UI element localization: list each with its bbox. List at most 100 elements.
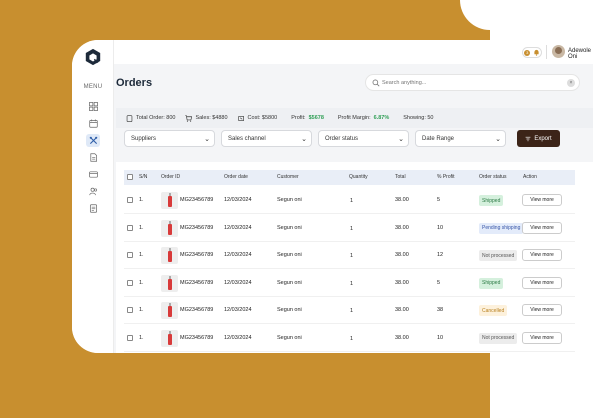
filter-label: Suppliers — [131, 135, 157, 142]
row-checkbox[interactable] — [127, 224, 133, 231]
users-icon[interactable] — [86, 185, 100, 198]
document-icon[interactable] — [86, 151, 100, 164]
row-order-id[interactable]: MG23456789 — [180, 252, 213, 258]
report-icon[interactable] — [86, 202, 100, 215]
row-profit: 10 — [437, 224, 444, 231]
row-customer: Segun oni — [277, 307, 302, 313]
col-order-status: Order status — [479, 174, 507, 180]
chevron-down-icon: ⌄ — [398, 135, 404, 143]
filter-date-range[interactable]: Date Range ⌄ — [415, 130, 506, 147]
status-badge: Pending shipping — [479, 222, 524, 234]
row-checkbox[interactable] — [127, 197, 133, 203]
orders-table: S/N Order ID Order date Customer Quantit… — [116, 162, 593, 353]
stat-profit-value: $5678 — [308, 115, 324, 121]
row-order-date: 12/03/2024 — [224, 307, 252, 313]
stat-cost-label: Cost: $5800 — [247, 115, 278, 121]
notifications-button[interactable]: 3 — [522, 47, 542, 58]
row-total: 38.00 — [395, 279, 409, 286]
export-label: Export — [534, 135, 552, 142]
user-name[interactable]: Adewole Oni — [568, 48, 593, 60]
notification-count: 3 — [524, 49, 531, 56]
row-checkbox[interactable] — [127, 252, 133, 258]
sidebar: MENU — [72, 40, 114, 353]
stat-margin-value: 6.87% — [373, 115, 390, 121]
stat-margin: Profit Margin: 6.87% — [338, 115, 389, 121]
col-customer: Customer — [277, 174, 299, 180]
table-row: 1. MG23456789 12/03/2024 Segun oni 1 38.00 5 Sh… — [124, 270, 575, 297]
export-button[interactable]: Export — [517, 130, 560, 147]
row-order-id[interactable]: MG23456789 — [180, 197, 213, 203]
card-icon[interactable] — [86, 168, 100, 181]
search-icon — [372, 79, 380, 87]
row-sn: 1. — [139, 307, 144, 313]
row-order-id[interactable]: MG23456789 — [180, 335, 213, 341]
row-quantity: 1 — [350, 308, 354, 314]
logo-icon — [85, 48, 101, 66]
status-badge: Not processed — [479, 332, 518, 344]
dashboard-icon[interactable] — [86, 100, 100, 113]
row-total: 38.00 — [395, 197, 409, 203]
stat-profit-label: Profit: — [291, 115, 306, 121]
row-checkbox[interactable] — [127, 307, 133, 313]
filter-sales-channel[interactable]: Sales channel ⌄ — [221, 130, 312, 147]
view-more-button[interactable]: View more — [522, 249, 562, 261]
stat-sales-label: Sales: $4880 — [195, 115, 228, 121]
filter-suppliers[interactable]: Suppliers ⌄ — [124, 130, 215, 147]
stat-sales: Sales: $4880 — [185, 114, 228, 122]
product-thumbnail — [161, 247, 178, 264]
table-row: 1. MG23456789 12/03/2024 Segun oni 1 38.00 38 C… — [124, 297, 575, 324]
row-profit: 5 — [437, 197, 441, 203]
row-profit: 10 — [437, 334, 444, 341]
row-profit: 12 — [437, 252, 444, 258]
col-order-id: Order ID — [161, 174, 181, 180]
view-more-button[interactable]: View more — [522, 304, 562, 316]
row-total: 38.00 — [395, 307, 409, 313]
row-order-date: 12/03/2024 — [224, 224, 252, 231]
filter-order-status[interactable]: Order status ⌄ — [318, 130, 409, 147]
chevron-down-icon: ⌄ — [495, 135, 501, 143]
tools-icon[interactable] — [86, 134, 100, 147]
stat-profit: Profit: $5678 — [291, 115, 324, 121]
row-quantity: 1 — [350, 198, 354, 204]
table-row: 1. MG23456789 12/03/2024 Segun oni 1 38.00 5 Sh… — [124, 187, 575, 214]
product-thumbnail — [161, 274, 178, 292]
product-thumbnail — [161, 302, 178, 319]
view-more-button[interactable]: View more — [522, 221, 562, 234]
view-more-button[interactable]: View more — [522, 331, 562, 344]
table-row: 1. MG23456789 12/03/2024 Segun oni 1 38.00 10 P… — [124, 215, 575, 242]
status-badge: Not processed — [479, 250, 518, 261]
view-more-button[interactable]: View more — [522, 194, 562, 206]
status-badge: Shipped — [479, 277, 504, 289]
select-all-checkbox[interactable] — [127, 174, 133, 180]
chevron-down-icon: ⌄ — [204, 135, 210, 143]
row-order-id[interactable]: MG23456789 — [180, 280, 213, 286]
row-sn: 1. — [139, 279, 144, 286]
row-order-id[interactable]: MG23456789 — [180, 225, 213, 231]
filter-label: Sales channel — [228, 135, 266, 142]
cart-icon — [185, 114, 193, 122]
bell-icon — [534, 49, 539, 56]
row-checkbox[interactable] — [127, 279, 133, 286]
divider — [546, 45, 547, 59]
page-title: Orders — [116, 77, 153, 89]
avatar[interactable] — [552, 45, 565, 58]
stat-showing: Showing: 50 — [403, 115, 433, 121]
row-order-id[interactable]: MG23456789 — [180, 307, 213, 313]
main-content: Orders × Total Order: 800 Sales: $4880 C… — [114, 64, 593, 353]
col-order-date: Order date — [224, 174, 248, 180]
product-thumbnail — [161, 219, 178, 237]
row-sn: 1. — [139, 224, 144, 231]
search-bar[interactable]: × — [365, 74, 580, 91]
calendar-icon[interactable] — [86, 117, 100, 130]
row-checkbox[interactable] — [127, 334, 133, 341]
col-sn: S/N — [139, 174, 148, 180]
row-customer: Segun oni — [277, 252, 302, 258]
row-quantity: 1 — [350, 253, 354, 259]
search-input[interactable] — [382, 77, 562, 89]
col-quantity: Quantity — [349, 174, 368, 180]
close-icon[interactable]: × — [567, 79, 575, 87]
view-more-button[interactable]: View more — [522, 276, 562, 289]
filter-icon — [525, 136, 531, 141]
row-customer: Segun oni — [277, 279, 302, 286]
filter-label: Order status — [325, 135, 359, 142]
